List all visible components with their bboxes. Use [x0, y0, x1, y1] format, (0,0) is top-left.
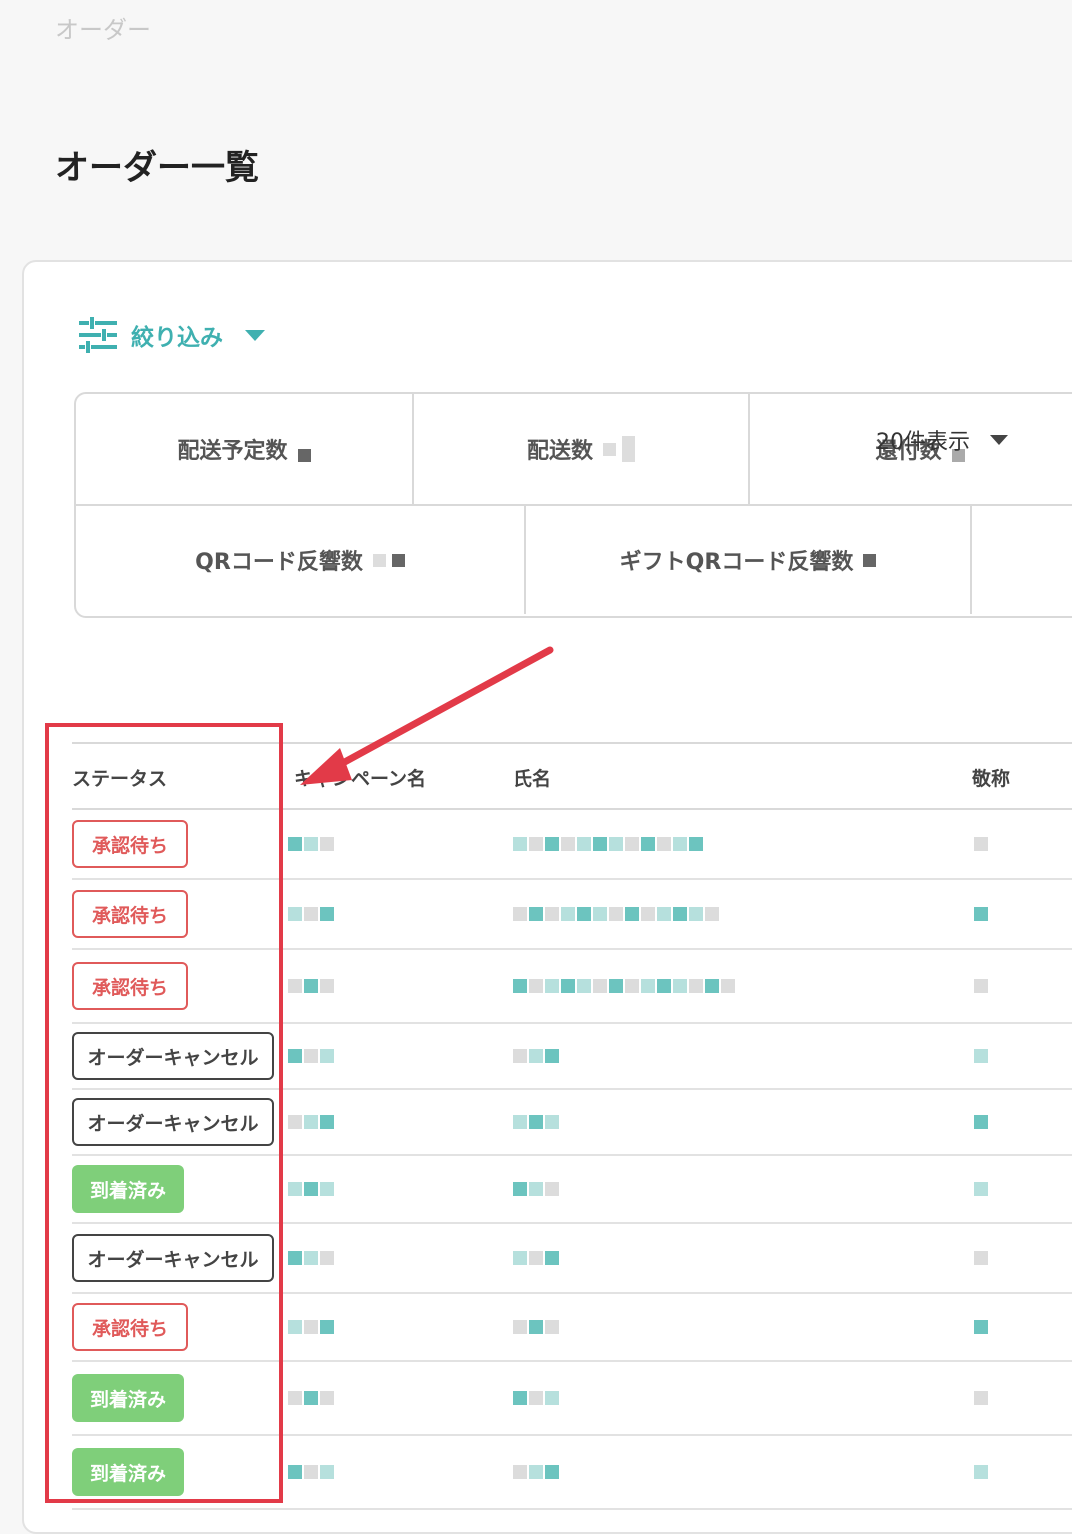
masked-value — [513, 971, 735, 1001]
per-page-label: 20件表示 — [876, 430, 970, 455]
masked-value — [513, 1174, 559, 1204]
stat-shipped: 配送数 — [414, 394, 750, 504]
breadcrumb[interactable]: オーダー — [55, 10, 151, 45]
masked-value — [513, 899, 719, 929]
masked-value — [974, 1243, 988, 1273]
masked-value — [288, 1107, 334, 1137]
masked-value — [974, 1457, 988, 1487]
filter-label: 絞り込み — [131, 325, 223, 351]
stat-label: ギフトQRコード反響数 — [619, 550, 854, 575]
masked-value — [974, 1312, 988, 1342]
header-honorific[interactable]: 敬称 — [972, 764, 1010, 791]
per-page-select[interactable]: 20件表示 — [876, 424, 1008, 456]
stat-scheduled: 配送予定数 — [76, 394, 414, 504]
masked-value — [513, 1243, 559, 1273]
masked-value — [974, 899, 988, 929]
masked-value — [288, 829, 334, 859]
chevron-down-icon — [245, 329, 265, 341]
masked-value — [513, 1457, 559, 1487]
stat-qr-response: QRコード反響数 — [76, 506, 526, 614]
masked-value — [288, 1383, 334, 1413]
masked-value — [288, 1174, 334, 1204]
masked-value — [513, 1312, 559, 1342]
page-title: オーダー一覧 — [55, 148, 259, 188]
annotation-highlight-box — [45, 723, 283, 1503]
masked-value — [288, 899, 334, 929]
masked-value — [288, 1457, 334, 1487]
chevron-down-icon — [990, 435, 1008, 445]
masked-value — [974, 1041, 988, 1071]
masked-value — [974, 1107, 988, 1137]
masked-value — [513, 1107, 559, 1137]
masked-value — [513, 1041, 559, 1071]
masked-value — [513, 829, 703, 859]
masked-value — [974, 1383, 988, 1413]
masked-value — [513, 1383, 559, 1413]
stat-label: 配送予定数 — [177, 439, 288, 464]
masked-value — [288, 1312, 334, 1342]
stat-cell-empty — [972, 506, 1072, 614]
masked-value — [288, 971, 334, 1001]
filter-toggle[interactable]: 絞り込み — [79, 317, 265, 353]
sliders-icon — [79, 317, 117, 353]
stat-label: QRコード反響数 — [195, 550, 363, 575]
masked-value — [974, 1174, 988, 1204]
masked-value — [974, 829, 988, 859]
masked-value — [288, 1041, 334, 1071]
masked-value — [974, 971, 988, 1001]
stat-label: 配送数 — [526, 439, 593, 464]
masked-value — [288, 1243, 334, 1273]
header-name[interactable]: 氏名 — [513, 764, 551, 791]
stat-gift-qr-response: ギフトQRコード反響数 — [526, 506, 972, 614]
header-campaign[interactable]: キャンペーン名 — [294, 764, 426, 791]
